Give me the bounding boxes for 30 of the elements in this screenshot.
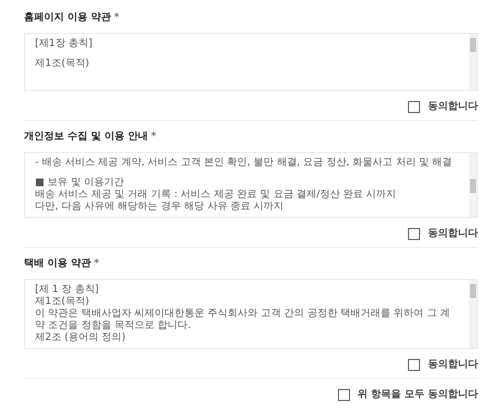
terms-box[interactable]: [제 1 장 총칙] 제1조(목적) 이 약관은 택배사업자 씨제이대한통운 주식회사와 고객 간의 공정한 택배거래를 위하여 그 계약 조건을 정함을 목적으로 합니다. 제2조 (용어의 정의)	[24, 279, 478, 349]
checkbox-label[interactable]: 위 항목을 모두 동의합니다	[358, 387, 478, 402]
checkbox[interactable]	[408, 358, 420, 370]
section-title: 개인정보 수집 및 이용 안내	[24, 131, 148, 142]
terms-text: 제1조(목적)	[35, 296, 90, 308]
required-mark: *	[94, 258, 100, 269]
terms-text: 제2조 (용어의 정의)	[35, 332, 127, 344]
required-mark: *	[114, 12, 120, 23]
scrollbar[interactable]	[469, 153, 477, 217]
section-title: 홈페이지 이용 약관	[24, 12, 111, 23]
checkbox[interactable]	[408, 100, 420, 112]
checkbox-label[interactable]: 동의합니다	[428, 357, 478, 372]
terms-text: ■ 보유 및 이용기간	[35, 177, 125, 189]
section-title: 택배 이용 약관	[24, 258, 91, 269]
scrollbar[interactable]	[469, 280, 477, 348]
terms-text: 배송 서비스 제공 및 거래 기록 : 서비스 제공 완료 및 요금 결제/정산 완료 시까지	[35, 189, 398, 201]
terms-box[interactable]: - 배송 서비스 제공 계약, 서비스 고객 본인 확인, 불만 해결, 요금 정산, 화물사고 처리 및 해결 ■ 보유 및 이용기간 배송 서비스 제공 및 거래 기록 : 서비스 제공 완료 및 요금 결제/정산 완료 시까지 다만, 다음 사유에 해당하는 경우 해당 사유 종료 시까지	[24, 152, 478, 218]
checkbox[interactable]	[408, 228, 420, 240]
terms-text: 제1조(목적)	[35, 58, 90, 70]
checkbox[interactable]	[338, 388, 350, 400]
required-mark: *	[150, 131, 156, 142]
checkbox-label[interactable]: 동의합니다	[428, 99, 478, 114]
terms-text: 이 약관은 택배사업자 씨제이대한통운 주식회사와 고객 간의 공정한 택배거래를 위하여 그 계약 조건을 정함을 목적으로 합니다.	[35, 308, 451, 332]
terms-box[interactable]: [제1장 총칙] 제1조(목적)	[24, 33, 478, 91]
terms-text: [제1장 총칙]	[35, 38, 94, 50]
terms-text: 다만, 다음 사유에 해당하는 경우 해당 사유 종료 시까지	[35, 201, 285, 213]
scrollbar[interactable]	[469, 34, 477, 90]
terms-text: - 배송 서비스 제공 계약, 서비스 고객 본인 확인, 불만 해결, 요금 정산, 화물사고 처리 및 해결	[35, 157, 454, 169]
terms-text: [제 1 장 총칙]	[35, 284, 100, 296]
checkbox-label[interactable]: 동의합니다	[428, 226, 478, 241]
